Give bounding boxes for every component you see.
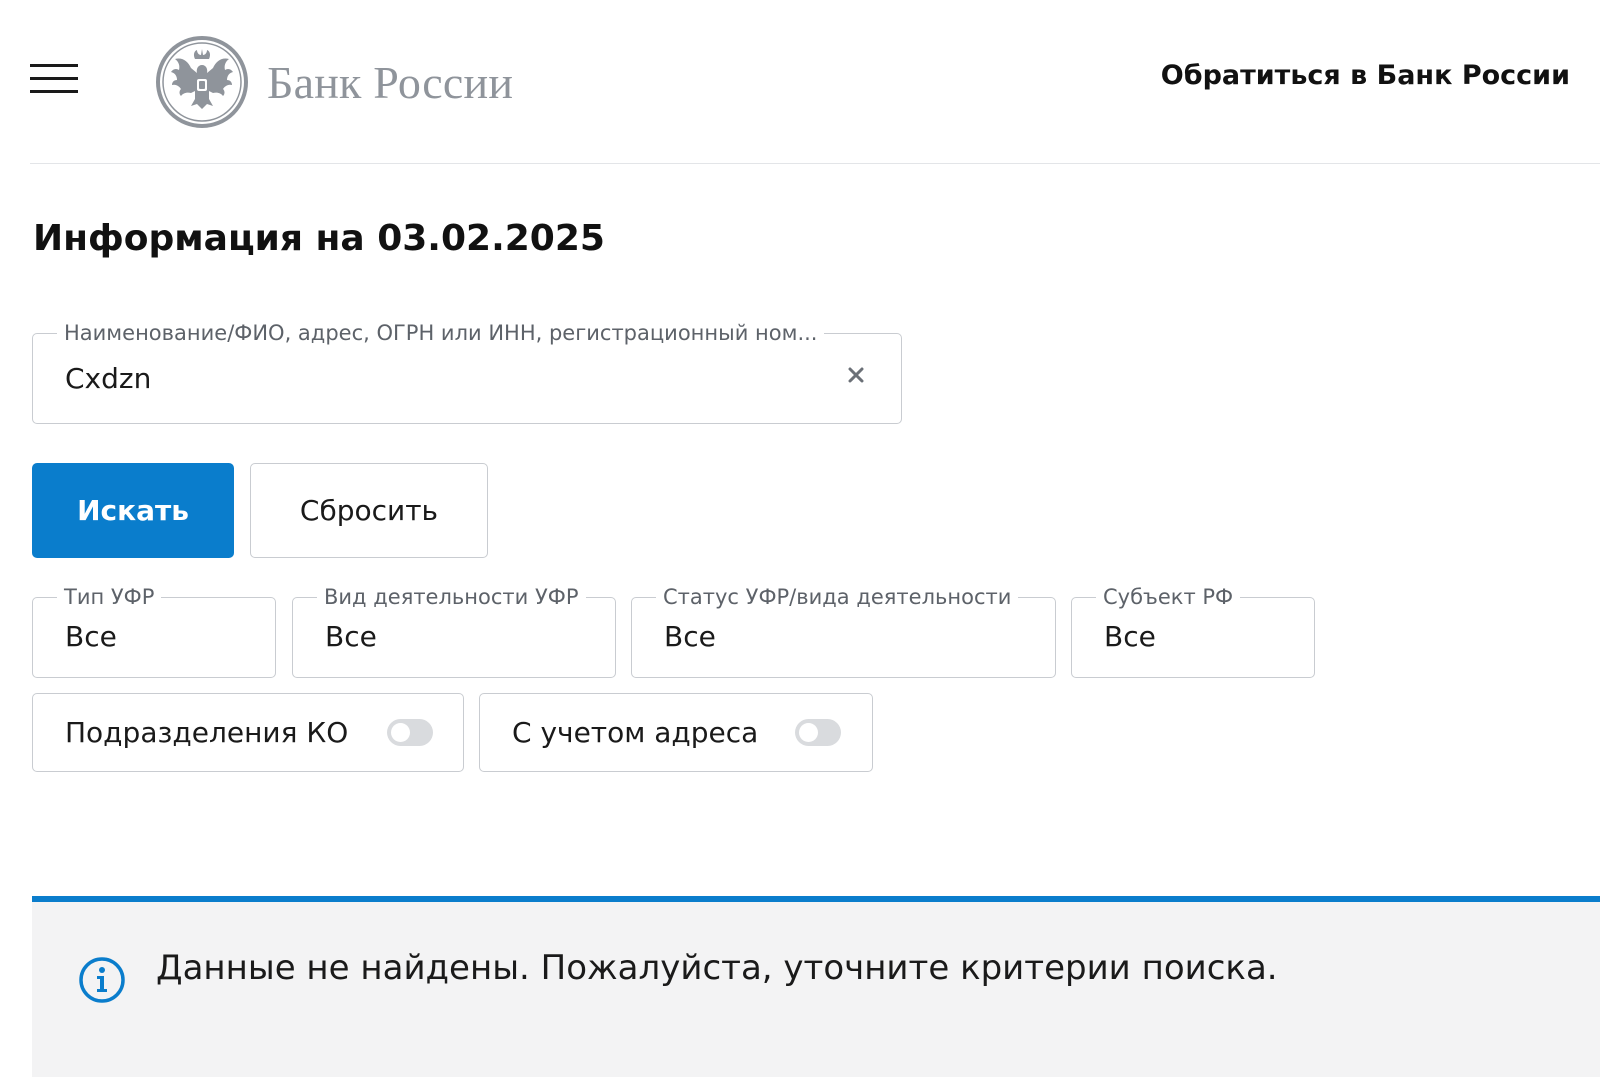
header-divider	[30, 163, 1600, 164]
page-title: Информация на 03.02.2025	[33, 218, 605, 259]
filter-value: Все	[664, 620, 716, 653]
filter-label: Вид деятельности УФР	[317, 584, 586, 610]
logo-text: Банк России	[267, 56, 514, 108]
filter-status-ufr[interactable]: Статус УФР/вида деятельности Все	[631, 584, 1056, 678]
menu-line	[30, 90, 78, 93]
search-button[interactable]: Искать	[32, 463, 234, 558]
hamburger-menu-icon[interactable]	[30, 64, 78, 94]
info-icon	[79, 957, 125, 1003]
notice-text: Данные не найдены. Пожалуйста, уточните …	[156, 948, 1278, 988]
notice-accent-bar	[32, 896, 1600, 902]
filter-label: Тип УФР	[57, 584, 162, 610]
filter-value: Все	[325, 620, 377, 653]
site-header: Банк России Обратиться в Банк России	[0, 0, 1600, 165]
search-field-label: Наименование/ФИО, адрес, ОГРН или ИНН, р…	[57, 320, 825, 346]
toggle-label: Подразделения КО	[65, 716, 349, 749]
toggle-ko-divisions[interactable]: Подразделения КО	[32, 693, 464, 772]
contact-bank-link[interactable]: Обратиться в Банк России	[1161, 60, 1570, 91]
filter-value: Все	[1104, 620, 1156, 653]
toggle-switch[interactable]	[387, 719, 433, 746]
search-field[interactable]: Наименование/ФИО, адрес, ОГРН или ИНН, р…	[32, 320, 902, 424]
filter-label: Статус УФР/вида деятельности	[656, 584, 1019, 610]
toggle-knob	[391, 723, 410, 742]
filter-label: Субъект РФ	[1096, 584, 1241, 610]
filter-type-ufr[interactable]: Тип УФР Все	[32, 584, 276, 678]
filter-region[interactable]: Субъект РФ Все	[1071, 584, 1315, 678]
filter-value: Все	[65, 620, 117, 653]
toggle-knob	[799, 723, 818, 742]
eagle-emblem-icon	[156, 36, 248, 128]
menu-line	[30, 77, 78, 80]
no-results-notice: Данные не найдены. Пожалуйста, уточните …	[32, 896, 1600, 1077]
page: Банк России Обратиться в Банк России Инф…	[0, 0, 1600, 1077]
filter-activity-ufr[interactable]: Вид деятельности УФР Все	[292, 584, 616, 678]
bank-logo[interactable]: Банк России	[155, 35, 513, 129]
close-icon[interactable]	[847, 366, 865, 384]
search-input[interactable]	[65, 362, 805, 395]
toggle-label: С учетом адреса	[512, 716, 759, 749]
toggle-with-address[interactable]: С учетом адреса	[479, 693, 873, 772]
reset-button[interactable]: Сбросить	[250, 463, 488, 558]
toggle-switch[interactable]	[795, 719, 841, 746]
menu-line	[30, 64, 78, 67]
